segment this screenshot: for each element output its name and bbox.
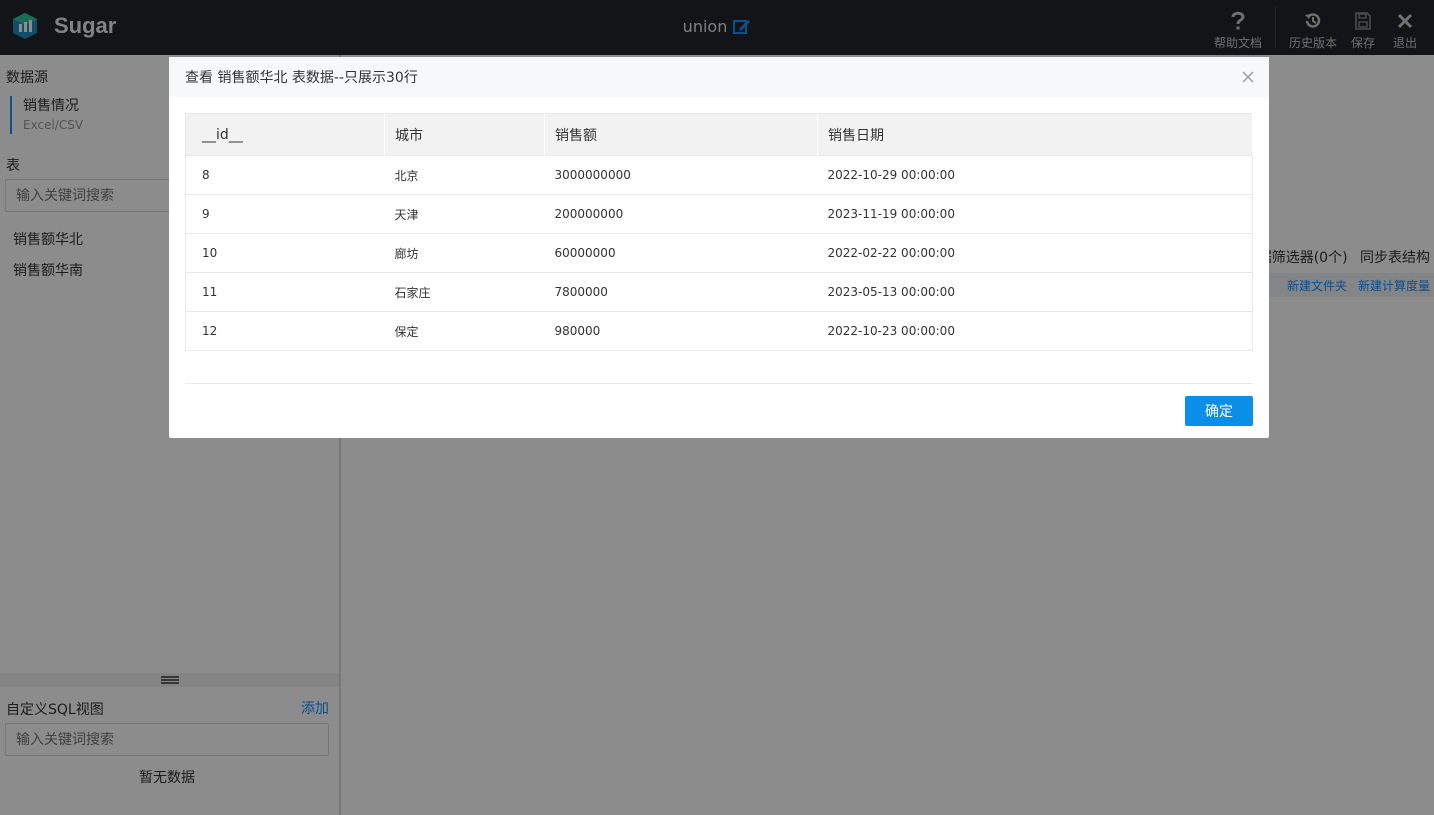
column-header: 城市 <box>384 113 545 156</box>
table-row: 8 北京 3000000000 2022-10-29 00:00:00 <box>185 155 1253 195</box>
table-cell: 9 <box>185 194 385 234</box>
table-row: 12 保定 980000 2022-10-23 00:00:00 <box>185 311 1253 351</box>
table-cell: 60000000 <box>544 233 818 273</box>
table-cell: 12 <box>185 311 385 351</box>
table-cell: 廊坊 <box>384 233 545 273</box>
table-cell: 2022-10-29 00:00:00 <box>817 155 1253 195</box>
table-cell: 980000 <box>544 311 818 351</box>
data-table: __id__ 城市 销售额 销售日期 8 北京 3000000000 2022-… <box>185 113 1253 351</box>
modal-footer-divider <box>185 383 1253 384</box>
table-header-row: __id__ 城市 销售额 销售日期 <box>185 113 1253 156</box>
table-cell: 2023-11-19 00:00:00 <box>817 194 1253 234</box>
table-row: 10 廊坊 60000000 2022-02-22 00:00:00 <box>185 233 1253 273</box>
table-preview-modal: 查看 销售额华北 表数据--只展示30行 __id__ 城市 销售额 销售日期 … <box>169 57 1269 438</box>
table-cell: 3000000000 <box>544 155 818 195</box>
table-row: 11 石家庄 7800000 2023-05-13 00:00:00 <box>185 272 1253 312</box>
confirm-button[interactable]: 确定 <box>1185 396 1253 426</box>
table-cell: 2022-02-22 00:00:00 <box>817 233 1253 273</box>
table-cell: 保定 <box>384 311 545 351</box>
modal-title: 查看 销售额华北 表数据--只展示30行 <box>185 70 418 86</box>
table-row: 9 天津 200000000 2023-11-19 00:00:00 <box>185 194 1253 234</box>
table-cell: 8 <box>185 155 385 195</box>
column-header: 销售日期 <box>817 113 1253 156</box>
table-cell: 7800000 <box>544 272 818 312</box>
close-icon[interactable] <box>1241 70 1255 84</box>
column-header: 销售额 <box>544 113 818 156</box>
table-cell: 石家庄 <box>384 272 545 312</box>
table-cell: 2023-05-13 00:00:00 <box>817 272 1253 312</box>
modal-header: 查看 销售额华北 表数据--只展示30行 <box>169 57 1269 97</box>
table-cell: 11 <box>185 272 385 312</box>
table-cell: 10 <box>185 233 385 273</box>
table-cell: 2022-10-23 00:00:00 <box>817 311 1253 351</box>
table-cell: 200000000 <box>544 194 818 234</box>
table-cell: 北京 <box>384 155 545 195</box>
column-header: __id__ <box>185 113 385 156</box>
table-cell: 天津 <box>384 194 545 234</box>
